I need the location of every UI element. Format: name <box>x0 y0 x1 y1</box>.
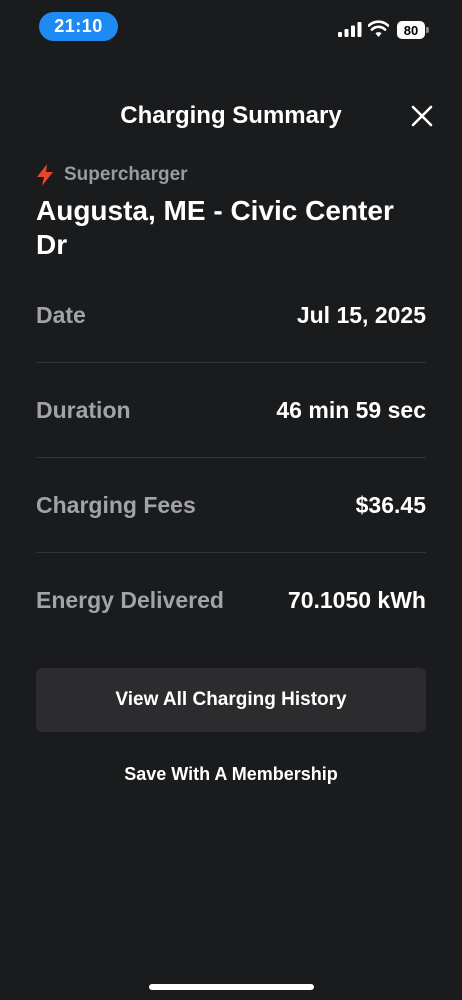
close-button[interactable] <box>406 100 438 132</box>
detail-label: Energy Delivered <box>36 587 224 613</box>
detail-label: Charging Fees <box>36 491 196 518</box>
detail-value: Jul 15, 2025 <box>296 301 426 328</box>
detail-label: Date <box>36 301 86 328</box>
save-with-membership-link[interactable]: Save With A Membership <box>0 764 462 785</box>
detail-label: Duration <box>36 396 131 423</box>
status-bar: 21:10 80 <box>0 0 462 56</box>
detail-row-date: Date Jul 15, 2025 <box>36 268 426 363</box>
wifi-icon <box>368 20 389 37</box>
detail-value: 70.1050 kWh <box>287 587 426 613</box>
cellular-signal-icon <box>338 22 362 37</box>
close-icon <box>411 105 433 127</box>
detail-row-energy-delivered: Energy Delivered 70.1050 kWh <box>36 553 426 648</box>
home-indicator[interactable] <box>149 984 314 990</box>
page-title: Charging Summary <box>120 102 342 129</box>
charging-details: Date Jul 15, 2025 Duration 46 min 59 sec… <box>36 268 426 648</box>
battery-cap <box>426 27 429 33</box>
location-type-label: Supercharger <box>64 164 188 185</box>
location-type: Supercharger <box>36 162 188 188</box>
bolt-icon <box>36 164 54 186</box>
detail-value: 46 min 59 sec <box>276 396 426 423</box>
battery-icon: 80 <box>397 21 429 39</box>
detail-value: $36.45 <box>355 491 426 518</box>
view-charging-history-button[interactable]: View All Charging History <box>36 668 426 732</box>
detail-row-charging-fees: Charging Fees $36.45 <box>36 458 426 553</box>
battery-level: 80 <box>397 21 425 39</box>
detail-row-duration: Duration 46 min 59 sec <box>36 363 426 458</box>
location-name: Augusta, ME - Civic Center Dr <box>36 195 394 260</box>
status-time[interactable]: 21:10 <box>39 12 118 41</box>
